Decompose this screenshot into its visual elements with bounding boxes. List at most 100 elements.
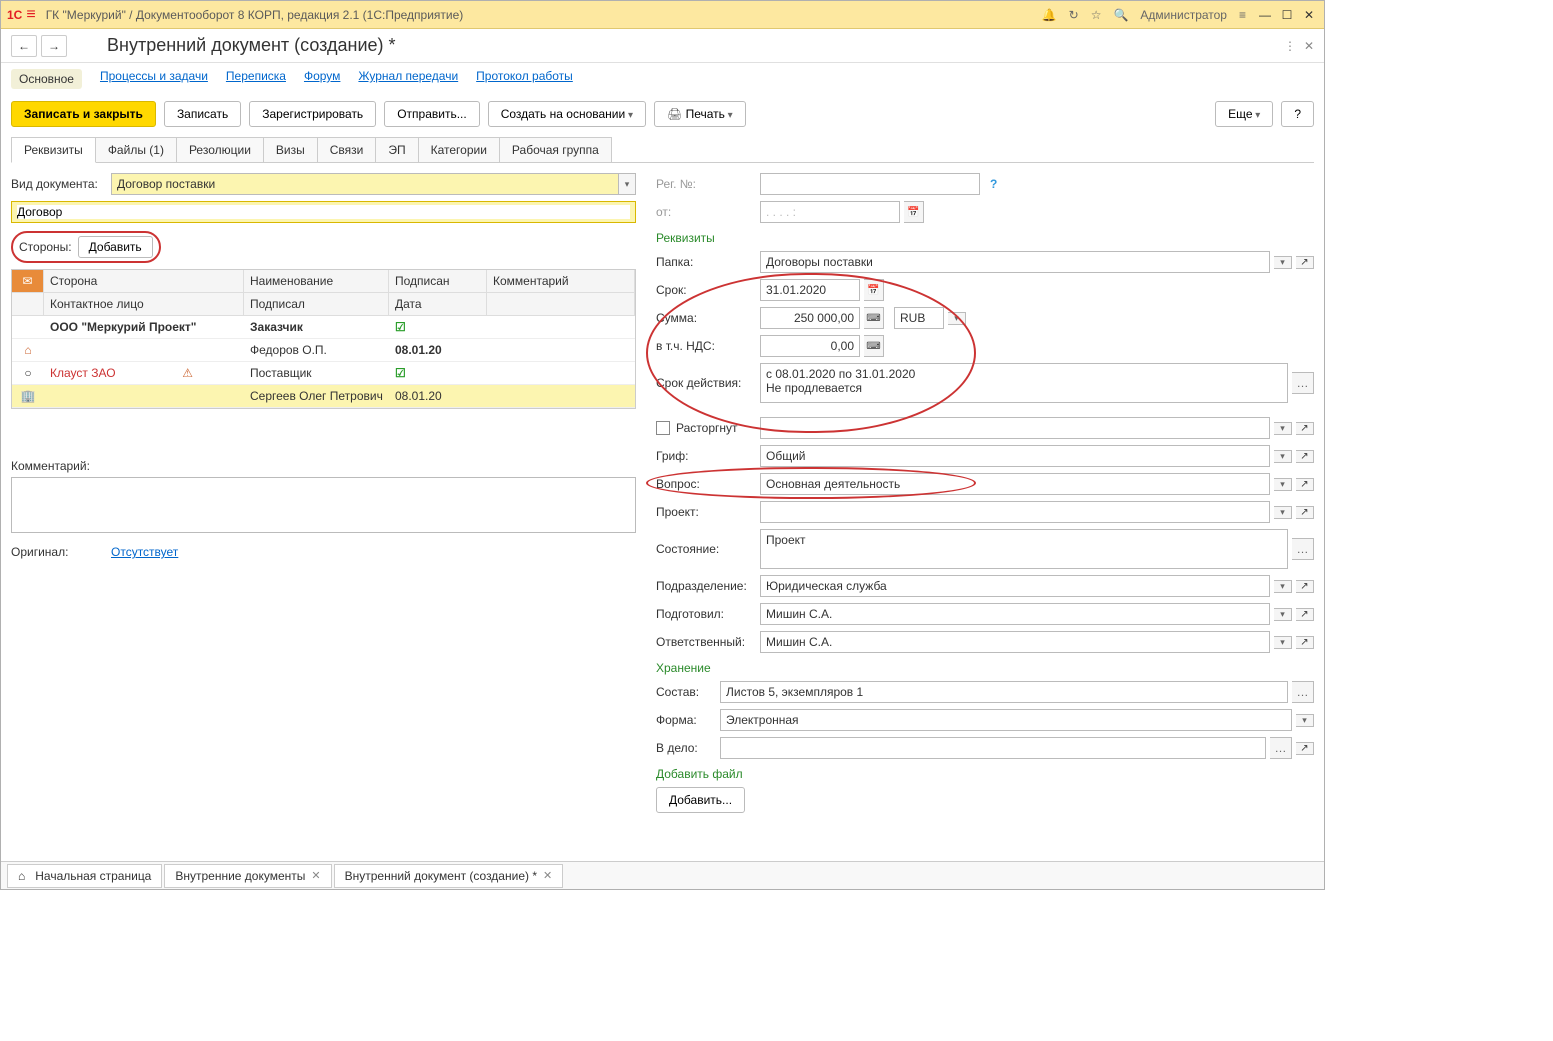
calculator-icon[interactable]: ⌨ <box>864 335 884 357</box>
question-input[interactable]: Основная деятельность <box>760 473 1270 495</box>
calendar-icon[interactable]: 📅 <box>864 279 884 301</box>
department-input[interactable]: Юридическая служба <box>760 575 1270 597</box>
calculator-icon[interactable]: ⌨ <box>864 307 884 329</box>
tab-links[interactable]: Связи <box>317 137 377 163</box>
composition-input[interactable]: Листов 5, экземпляров 1 <box>720 681 1288 703</box>
tab-requisites[interactable]: Реквизиты <box>11 137 96 163</box>
prepared-dropdown-icon[interactable]: ▾ <box>1274 608 1292 621</box>
ellipsis-icon[interactable]: … <box>1270 737 1292 759</box>
print-button[interactable]: 🖨 Печать <box>654 101 746 127</box>
validity-input[interactable]: с 08.01.2020 по 31.01.2020 Не продлевает… <box>760 363 1288 403</box>
help-button[interactable]: ? <box>1281 101 1314 127</box>
register-button[interactable]: Зарегистрировать <box>249 101 376 127</box>
table-row[interactable]: ⌂ Федоров О.П. 08.01.20 <box>12 339 635 362</box>
search-icon[interactable]: 🔍 <box>1113 8 1128 22</box>
navlink-processes[interactable]: Процессы и задачи <box>100 69 208 89</box>
case-open-icon[interactable]: ↗ <box>1296 742 1314 755</box>
department-dropdown-icon[interactable]: ▾ <box>1274 580 1292 593</box>
kebab-icon[interactable]: ⋮ <box>1284 39 1296 53</box>
table-row[interactable]: ООО "Меркурий Проект" Заказчик ☑ <box>12 316 635 339</box>
close-icon[interactable]: ✕ <box>543 869 552 882</box>
form-input[interactable]: Электронная <box>720 709 1292 731</box>
bottom-tab-home[interactable]: Начальная страница <box>7 864 162 888</box>
case-input[interactable] <box>720 737 1266 759</box>
maximize-btn[interactable]: ☐ <box>1278 6 1296 24</box>
settings-icon[interactable]: ≡ <box>1239 8 1246 22</box>
add-party-button[interactable]: Добавить <box>78 236 153 258</box>
ellipsis-icon[interactable]: … <box>1292 372 1314 394</box>
close-page-icon[interactable]: ✕ <box>1304 39 1314 53</box>
project-open-icon[interactable]: ↗ <box>1296 506 1314 519</box>
navlink-transfer-log[interactable]: Журнал передачи <box>358 69 458 89</box>
tab-categories[interactable]: Категории <box>418 137 500 163</box>
help-icon[interactable]: ? <box>990 177 997 191</box>
terminated-checkbox[interactable] <box>656 421 670 435</box>
classification-open-icon[interactable]: ↗ <box>1296 450 1314 463</box>
doc-type-dropdown-icon[interactable]: ▾ <box>618 173 636 195</box>
term-input[interactable]: 31.01.2020 <box>760 279 860 301</box>
ellipsis-icon[interactable]: … <box>1292 681 1314 703</box>
state-input[interactable]: Проект <box>760 529 1288 569</box>
nav-forward-button[interactable]: → <box>41 35 67 57</box>
folder-input[interactable]: Договоры поставки <box>760 251 1270 273</box>
vat-input[interactable]: 0,00 <box>760 335 860 357</box>
bottom-tab-current[interactable]: Внутренний документ (создание) *✕ <box>334 864 564 888</box>
calendar-icon[interactable]: 📅 <box>904 201 924 223</box>
tab-resolutions[interactable]: Резолюции <box>176 137 264 163</box>
terminated-open-icon[interactable]: ↗ <box>1296 422 1314 435</box>
responsible-input[interactable]: Мишин С.А. <box>760 631 1270 653</box>
save-close-button[interactable]: Записать и закрыть <box>11 101 156 127</box>
project-input[interactable] <box>760 501 1270 523</box>
navlink-protocol[interactable]: Протокол работы <box>476 69 573 89</box>
comment-textarea[interactable] <box>11 477 636 533</box>
doc-type-input[interactable]: Договор поставки <box>111 173 618 195</box>
tab-visas[interactable]: Визы <box>263 137 318 163</box>
table-row[interactable]: ○ Клауст ЗАО ⚠ Поставщик ☑ <box>12 362 635 385</box>
hamburger-icon[interactable]: ≡ <box>26 6 35 24</box>
terminated-dropdown-icon[interactable]: ▾ <box>1274 422 1292 435</box>
bottom-tab-docs[interactable]: Внутренние документы✕ <box>164 864 331 888</box>
responsible-open-icon[interactable]: ↗ <box>1296 636 1314 649</box>
add-file-button[interactable]: Добавить... <box>656 787 745 813</box>
star-icon[interactable]: ☆ <box>1091 8 1102 22</box>
currency-input[interactable]: RUB <box>894 307 944 329</box>
doc-title-input[interactable] <box>11 201 636 223</box>
nav-back-button[interactable]: ← <box>11 35 37 57</box>
table-row[interactable]: 🏢 Сергеев Олег Петрович 08.01.20 <box>12 385 635 408</box>
history-icon[interactable]: ↻ <box>1069 8 1079 22</box>
navlink-correspondence[interactable]: Переписка <box>226 69 286 89</box>
close-icon[interactable]: ✕ <box>311 869 320 882</box>
prepared-open-icon[interactable]: ↗ <box>1296 608 1314 621</box>
tab-workgroup[interactable]: Рабочая группа <box>499 137 612 163</box>
original-link[interactable]: Отсутствует <box>111 545 178 559</box>
folder-dropdown-icon[interactable]: ▾ <box>1274 256 1292 269</box>
create-based-button[interactable]: Создать на основании <box>488 101 646 127</box>
project-dropdown-icon[interactable]: ▾ <box>1274 506 1292 519</box>
folder-open-icon[interactable]: ↗ <box>1296 256 1314 269</box>
form-dropdown-icon[interactable]: ▾ <box>1296 714 1314 727</box>
navlink-main[interactable]: Основное <box>11 69 82 89</box>
bell-icon[interactable]: 🔔 <box>1042 8 1057 22</box>
prepared-input[interactable]: Мишин С.А. <box>760 603 1270 625</box>
more-button[interactable]: Еще <box>1215 101 1273 127</box>
navlink-forum[interactable]: Форум <box>304 69 340 89</box>
minimize-btn[interactable]: — <box>1256 6 1274 24</box>
responsible-dropdown-icon[interactable]: ▾ <box>1274 636 1292 649</box>
currency-dropdown-icon[interactable]: ▾ <box>948 312 966 325</box>
sum-input[interactable]: 250 000,00 <box>760 307 860 329</box>
ellipsis-icon[interactable]: … <box>1292 538 1314 560</box>
tab-files[interactable]: Файлы (1) <box>95 137 177 163</box>
from-input[interactable]: . . . . : <box>760 201 900 223</box>
question-dropdown-icon[interactable]: ▾ <box>1274 478 1292 491</box>
classification-dropdown-icon[interactable]: ▾ <box>1274 450 1292 463</box>
tab-ep[interactable]: ЭП <box>375 137 418 163</box>
department-open-icon[interactable]: ↗ <box>1296 580 1314 593</box>
question-open-icon[interactable]: ↗ <box>1296 478 1314 491</box>
terminated-input[interactable] <box>760 417 1270 439</box>
classification-input[interactable]: Общий <box>760 445 1270 467</box>
regno-input[interactable] <box>760 173 980 195</box>
save-button[interactable]: Записать <box>164 101 241 127</box>
send-button[interactable]: Отправить... <box>384 101 480 127</box>
user-label[interactable]: Администратор <box>1140 8 1227 22</box>
close-btn[interactable]: ✕ <box>1300 6 1318 24</box>
